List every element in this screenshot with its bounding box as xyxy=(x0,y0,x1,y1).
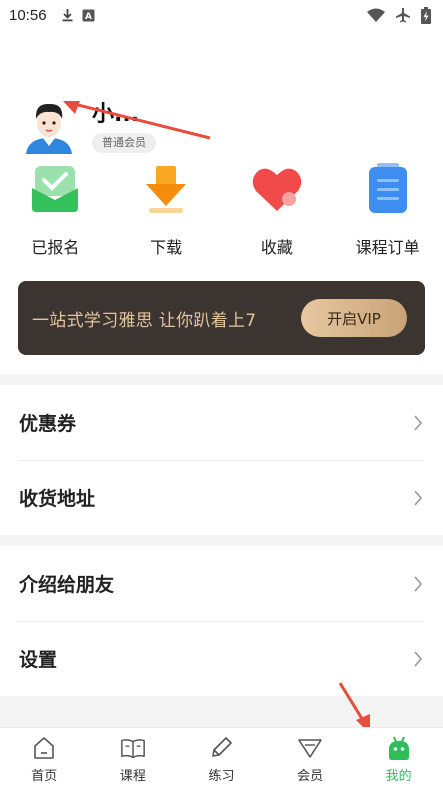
nav-label-mine: 我的 xyxy=(385,769,412,784)
font-icon: A xyxy=(82,9,95,22)
nav-label-courses: 课程 xyxy=(119,769,146,784)
vip-banner[interactable]: 一站式学习雅思 让你趴着上7 开启VIP xyxy=(18,281,425,355)
status-bar: 10:56 A xyxy=(0,0,443,30)
avatar-icon xyxy=(26,103,72,154)
status-time: 10:56 xyxy=(9,6,47,24)
battery-charging-icon xyxy=(421,6,431,24)
quick-item-favorite[interactable]: 收藏 xyxy=(222,160,333,260)
username[interactable]: 小... xyxy=(92,96,139,128)
status-right-icons xyxy=(367,6,431,24)
wifi-icon xyxy=(367,8,385,22)
nav-tab-practice[interactable]: 练习 xyxy=(177,728,266,789)
quick-item-enrolled[interactable]: 已报名 xyxy=(0,160,111,260)
menu-section-1: 优惠券 收货地址 xyxy=(0,385,443,535)
chevron-right-icon xyxy=(414,650,423,667)
status-left-icons: A xyxy=(61,8,95,22)
home-icon xyxy=(31,735,57,761)
quick-label-orders: 课程订单 xyxy=(355,238,420,257)
quick-label-enrolled: 已报名 xyxy=(31,238,80,257)
open-vip-button[interactable]: 开启VIP xyxy=(301,299,407,337)
chevron-right-icon xyxy=(414,414,423,431)
nav-tab-membership[interactable]: 会员 xyxy=(266,728,355,789)
menu-item-refer-friends[interactable]: 介绍给朋友 xyxy=(0,546,443,621)
robot-icon xyxy=(386,735,412,761)
airplane-icon xyxy=(396,8,410,23)
enrolled-icon xyxy=(27,160,83,218)
pencil-icon xyxy=(208,735,234,761)
download-large-icon xyxy=(138,160,194,218)
quick-label-favorite: 收藏 xyxy=(260,238,293,257)
heart-icon xyxy=(249,160,305,218)
menu-section-2: 介绍给朋友 设置 xyxy=(0,546,443,696)
quick-item-orders[interactable]: 课程订单 xyxy=(332,160,443,260)
diamond-icon xyxy=(297,735,323,761)
chevron-right-icon xyxy=(414,489,423,506)
quick-menu: 已报名 下载 收藏 课程订单 xyxy=(0,160,443,260)
menu-item-coupons[interactable]: 优惠券 xyxy=(0,385,443,460)
bottom-nav: 首页 课程 练习 会员 我的 xyxy=(0,727,443,789)
quick-item-download[interactable]: 下载 xyxy=(111,160,222,260)
download-icon xyxy=(62,9,73,22)
vip-banner-text: 一站式学习雅思 让你趴着上7 xyxy=(32,310,257,331)
nav-label-home: 首页 xyxy=(31,769,58,784)
svg-text:A: A xyxy=(85,12,92,22)
avatar[interactable] xyxy=(24,100,74,154)
book-icon xyxy=(120,735,146,761)
nav-tab-home[interactable]: 首页 xyxy=(0,728,89,789)
chevron-right-icon xyxy=(414,575,423,592)
nav-label-practice: 练习 xyxy=(208,769,235,784)
menu-label-coupons: 优惠券 xyxy=(19,413,77,435)
nav-tab-mine[interactable]: 我的 xyxy=(354,728,443,789)
order-icon xyxy=(360,160,416,218)
quick-label-download: 下载 xyxy=(150,238,183,257)
menu-label-refer-friends: 介绍给朋友 xyxy=(19,574,115,596)
nav-label-membership: 会员 xyxy=(297,769,324,784)
menu-label-settings: 设置 xyxy=(19,649,58,671)
member-level-badge: 普通会员 xyxy=(92,133,156,153)
menu-item-settings[interactable]: 设置 xyxy=(0,621,443,696)
menu-item-address[interactable]: 收货地址 xyxy=(0,460,443,535)
menu-label-address: 收货地址 xyxy=(19,488,96,510)
nav-tab-courses[interactable]: 课程 xyxy=(89,728,178,789)
